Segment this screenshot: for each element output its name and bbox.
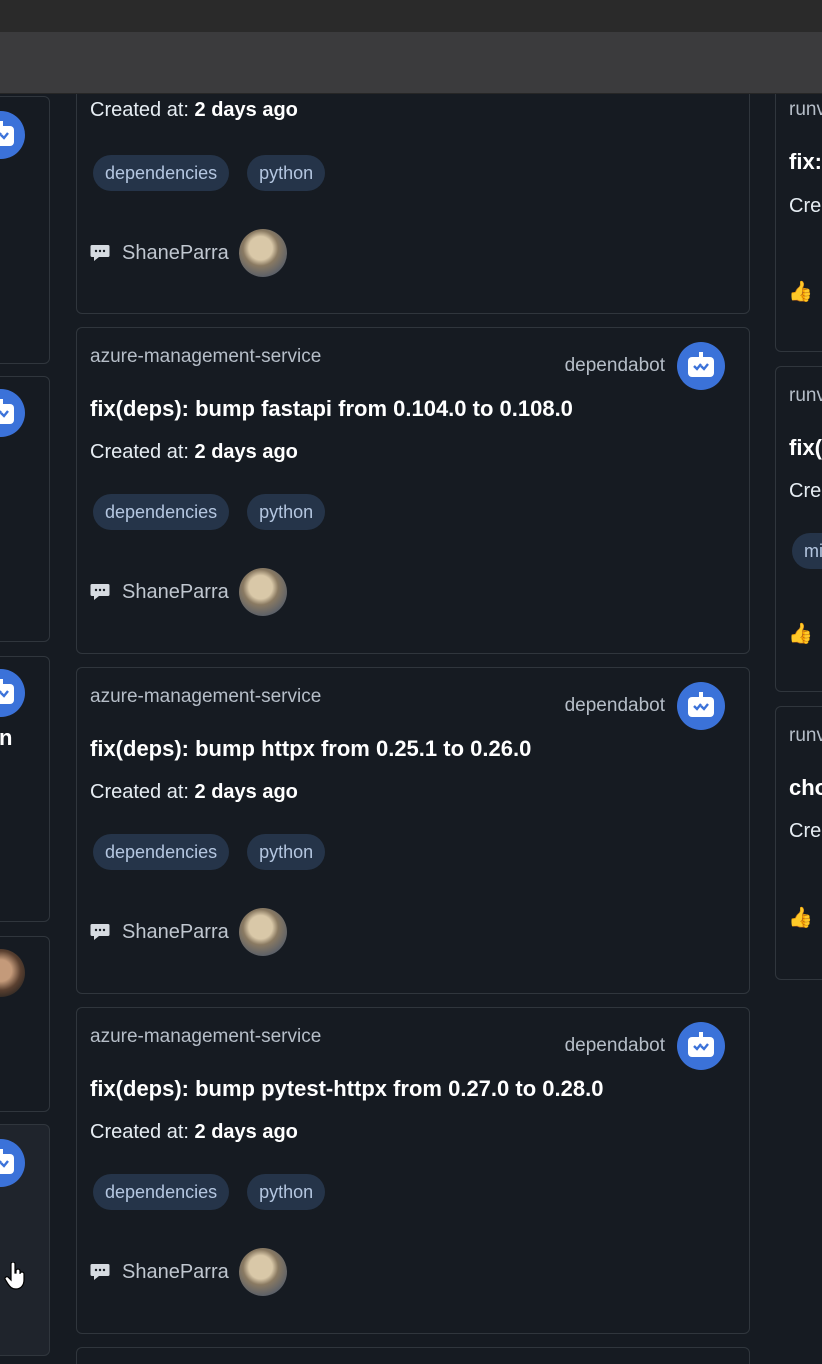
created-at: Cre [789,480,822,502]
label[interactable]: mi [792,533,822,569]
left-card-hovered[interactable] [0,1124,50,1356]
author: dependabot [565,682,725,730]
pr-board: n Created at: 2 days ago dependencies py… [0,94,822,1364]
reviewer-name: ShaneParra [122,241,229,264]
robot-icon [0,399,14,424]
speech-bubble-icon [90,584,110,600]
pr-title[interactable]: fix(deps): bump httpx from 0.25.1 to 0.2… [90,736,531,762]
pr-title[interactable]: fix(deps): bump fastapi from 0.104.0 to … [90,396,573,422]
author-name[interactable]: dependabot [565,1035,665,1057]
speech-bubble-icon [90,245,110,261]
author-avatar[interactable] [677,1022,725,1070]
right-card[interactable]: runv fix: Cre 👍 [775,94,822,352]
repo-name[interactable]: runv [789,385,822,407]
robot-icon [688,692,714,717]
label-dependencies[interactable]: dependencies [93,834,230,870]
repo-name[interactable]: azure-management-service [90,686,321,708]
author-avatar[interactable] [677,682,725,730]
author-avatar [0,1139,25,1187]
left-card[interactable] [0,96,50,364]
pr-card[interactable]: Created at: 2 days ago dependencies pyth… [76,94,750,314]
author-avatar [0,949,25,997]
created-at: Created at: 2 days ago [90,441,298,463]
repo-name[interactable]: azure-management-service [90,346,321,368]
robot-icon [688,352,714,377]
left-card-title-fragment: n [0,725,13,750]
author: dependabot [565,1022,725,1070]
repo-name[interactable]: azure-management-service [90,1026,321,1048]
reviewer-avatar[interactable] [238,1248,287,1296]
thumbs-up-icon[interactable]: 👍 [788,279,813,304]
reviewer-avatar[interactable] [238,229,287,277]
reviewer: ShaneParra [90,908,287,956]
label-python[interactable]: python [247,155,326,191]
author-name[interactable]: dependabot [565,355,665,377]
robot-icon [688,1032,714,1057]
repo-name[interactable]: runv [789,99,822,121]
created-at: Created at: 2 days ago [90,99,298,121]
pr-title[interactable]: fix( [789,435,822,461]
pr-card[interactable]: azure-management-service dependabot fix(… [76,667,750,994]
thumbs-up-icon[interactable]: 👍 [788,621,813,646]
pr-card[interactable]: azure-management-service dependabot fix(… [76,1007,750,1334]
right-card[interactable]: runv fix( Cre mi 👍 [775,366,822,692]
reviewer-avatar[interactable] [238,908,287,956]
label-dependencies[interactable]: dependencies [93,155,230,191]
speech-bubble-icon [90,1264,110,1280]
pr-card[interactable] [76,1347,750,1364]
robot-icon [0,1149,14,1174]
right-card[interactable]: runv cho Cre 👍 [775,706,822,980]
speech-bubble-icon [90,924,110,940]
browser-toolbar [0,32,822,94]
label-python[interactable]: python [247,1174,326,1210]
created-at: Created at: 2 days ago [90,1121,298,1143]
label-dependencies[interactable]: dependencies [93,1174,230,1210]
reviewer-name: ShaneParra [122,580,229,603]
reviewer: ShaneParra [90,1248,287,1296]
author-avatar[interactable] [677,342,725,390]
robot-icon [0,679,14,704]
reviewer-name: ShaneParra [122,920,229,943]
created-at: Created at: 2 days ago [90,781,298,803]
left-card[interactable] [0,376,50,642]
author-avatar [0,669,25,717]
label-python[interactable]: python [247,834,326,870]
reviewer: ShaneParra [90,568,287,616]
author-name[interactable]: dependabot [565,695,665,717]
reviewer-avatar[interactable] [238,568,287,616]
user-photo [0,949,25,997]
label-list: dependencies python [93,834,326,870]
pr-title[interactable]: fix(deps): bump pytest-httpx from 0.27.0… [90,1076,603,1102]
label-list: dependencies python [93,494,326,530]
author-avatar [0,389,25,437]
hand-pointer-icon [4,1262,25,1290]
left-card[interactable]: n [0,656,50,922]
label-list: dependencies python [93,155,326,191]
thumbs-up-icon[interactable]: 👍 [788,905,813,930]
label-python[interactable]: python [247,494,326,530]
robot-icon [0,121,14,146]
pr-card[interactable]: azure-management-service dependabot fix(… [76,327,750,654]
pr-title[interactable]: cho [789,775,822,801]
left-card[interactable] [0,936,50,1112]
author: dependabot [565,342,725,390]
label-dependencies[interactable]: dependencies [93,494,230,530]
pr-title[interactable]: fix: [789,149,822,175]
created-at: Cre [789,820,822,842]
repo-name[interactable]: runv [789,725,822,747]
reviewer: ShaneParra [90,229,287,277]
reviewer-name: ShaneParra [122,1260,229,1283]
created-at: Cre [789,195,822,217]
author-avatar [0,111,25,159]
window-title-bar [0,0,822,32]
label-list: dependencies python [93,1174,326,1210]
